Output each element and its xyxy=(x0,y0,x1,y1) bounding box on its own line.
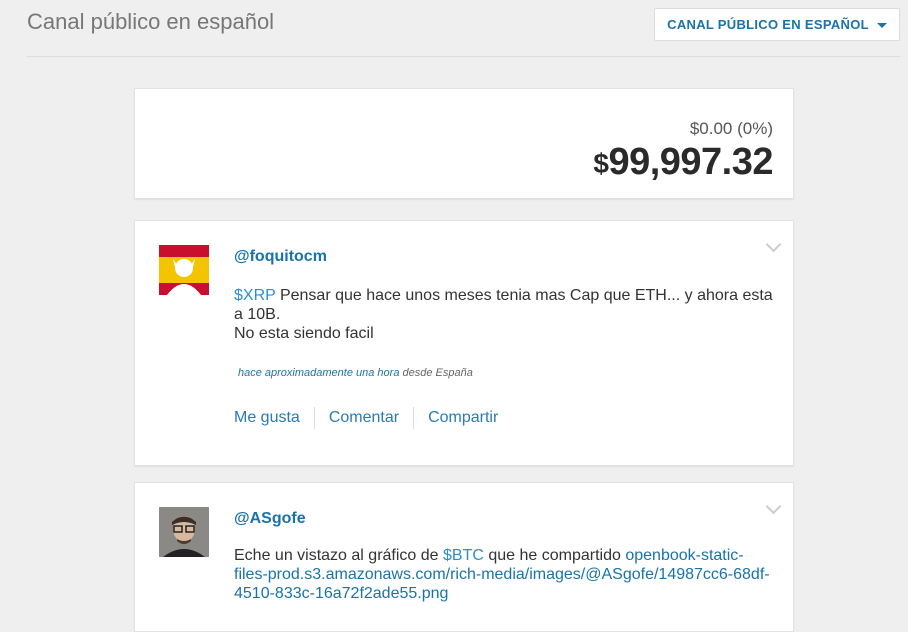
balance-change: $0.00 (0%) xyxy=(689,119,773,138)
chevron-down-icon[interactable] xyxy=(765,236,782,253)
post-text: Eche un vistazo al gráfico de $BTC que h… xyxy=(234,546,774,603)
post-time[interactable]: hace aproximadamente una hora xyxy=(238,367,399,379)
post-text-body: que he compartido xyxy=(483,547,626,564)
post-username[interactable]: @ASgofe xyxy=(234,510,306,528)
balance-card: $0.00 (0%) $99,997.32 xyxy=(134,88,794,199)
caret-down-icon xyxy=(876,23,887,28)
avatar[interactable] xyxy=(159,245,209,295)
cashtag-link[interactable]: $XRP xyxy=(234,287,276,304)
comment-button[interactable]: Comentar xyxy=(329,409,399,427)
post-meta: hace aproximadamente una hora desde Espa… xyxy=(238,367,473,379)
cashtag-link[interactable]: $BTC xyxy=(443,547,484,564)
post-text-body: Pensar que hace unos meses tenia mas Cap… xyxy=(234,287,773,323)
post-text-body: Eche un vistazo al gráfico de xyxy=(234,547,444,564)
post-text-line2: No esta siendo facil xyxy=(234,325,374,342)
action-divider xyxy=(413,407,415,429)
channel-select[interactable]: CANAL PÚBLICO EN ESPAÑOL xyxy=(654,8,900,41)
avatar[interactable] xyxy=(159,507,209,557)
share-button[interactable]: Compartir xyxy=(428,409,498,427)
balance-total: $99,997.32 xyxy=(593,141,773,184)
post-location: desde España xyxy=(399,367,473,379)
post-text: $XRP Pensar que hace unos meses tenia ma… xyxy=(234,286,774,343)
header-divider xyxy=(27,56,900,57)
balance-amount: 99,997.32 xyxy=(608,141,773,183)
page-title: Canal público en español xyxy=(27,9,275,34)
post-username[interactable]: @foquitocm xyxy=(234,248,327,266)
action-divider xyxy=(313,407,315,429)
balance-currency: $ xyxy=(593,148,609,179)
post-card: @ASgofe Eche un vistazo al gráfico de $B… xyxy=(134,482,794,632)
channel-select-label: CANAL PÚBLICO EN ESPAÑOL xyxy=(667,17,869,32)
post-card: @foquitocm $XRP Pensar que hace unos mes… xyxy=(134,220,794,466)
like-button[interactable]: Me gusta xyxy=(234,409,300,427)
post-actions: Me gusta Comentar Compartir xyxy=(234,407,498,429)
chevron-down-icon[interactable] xyxy=(765,498,782,515)
